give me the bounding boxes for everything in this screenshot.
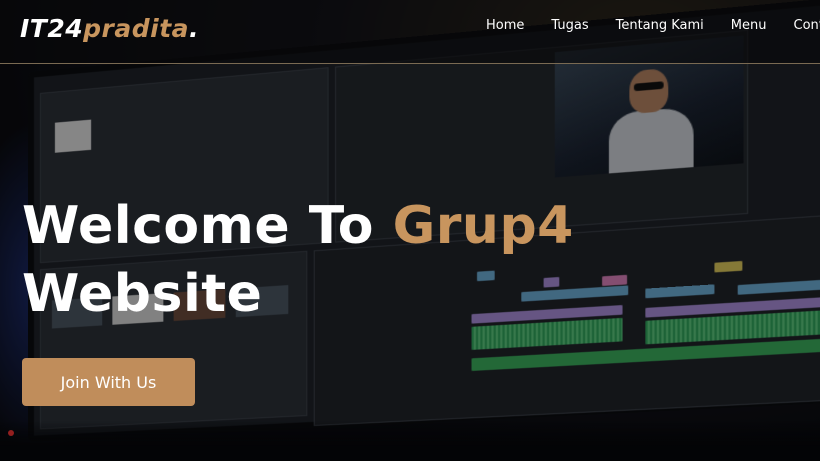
hero-title-prefix: Welcome To [22,196,393,256]
nav-link-tentang-kami[interactable]: Tentang Kami [616,18,704,33]
join-with-us-button[interactable]: Join With Us [22,358,195,406]
logo-text-accent: pradita [83,14,190,43]
top-navbar: IT24pradita. Home Tugas Tentang Kami Men… [0,0,820,64]
nav-link-contact[interactable]: Conta [794,18,820,33]
nav-link-menu[interactable]: Menu [731,18,767,33]
logo-dot: . [189,14,200,43]
nav-link-tugas[interactable]: Tugas [551,18,588,33]
hero-title-accent: Grup4 [392,196,574,256]
main-nav: Home Tugas Tentang Kami Menu Conta [486,18,820,33]
hero-title-line2: Website [22,264,263,324]
site-logo[interactable]: IT24pradita. [20,14,199,43]
logo-text-main: IT24 [20,14,84,43]
hero-title: Welcome To Grup4 Website [22,192,742,328]
nav-link-home[interactable]: Home [486,18,524,33]
